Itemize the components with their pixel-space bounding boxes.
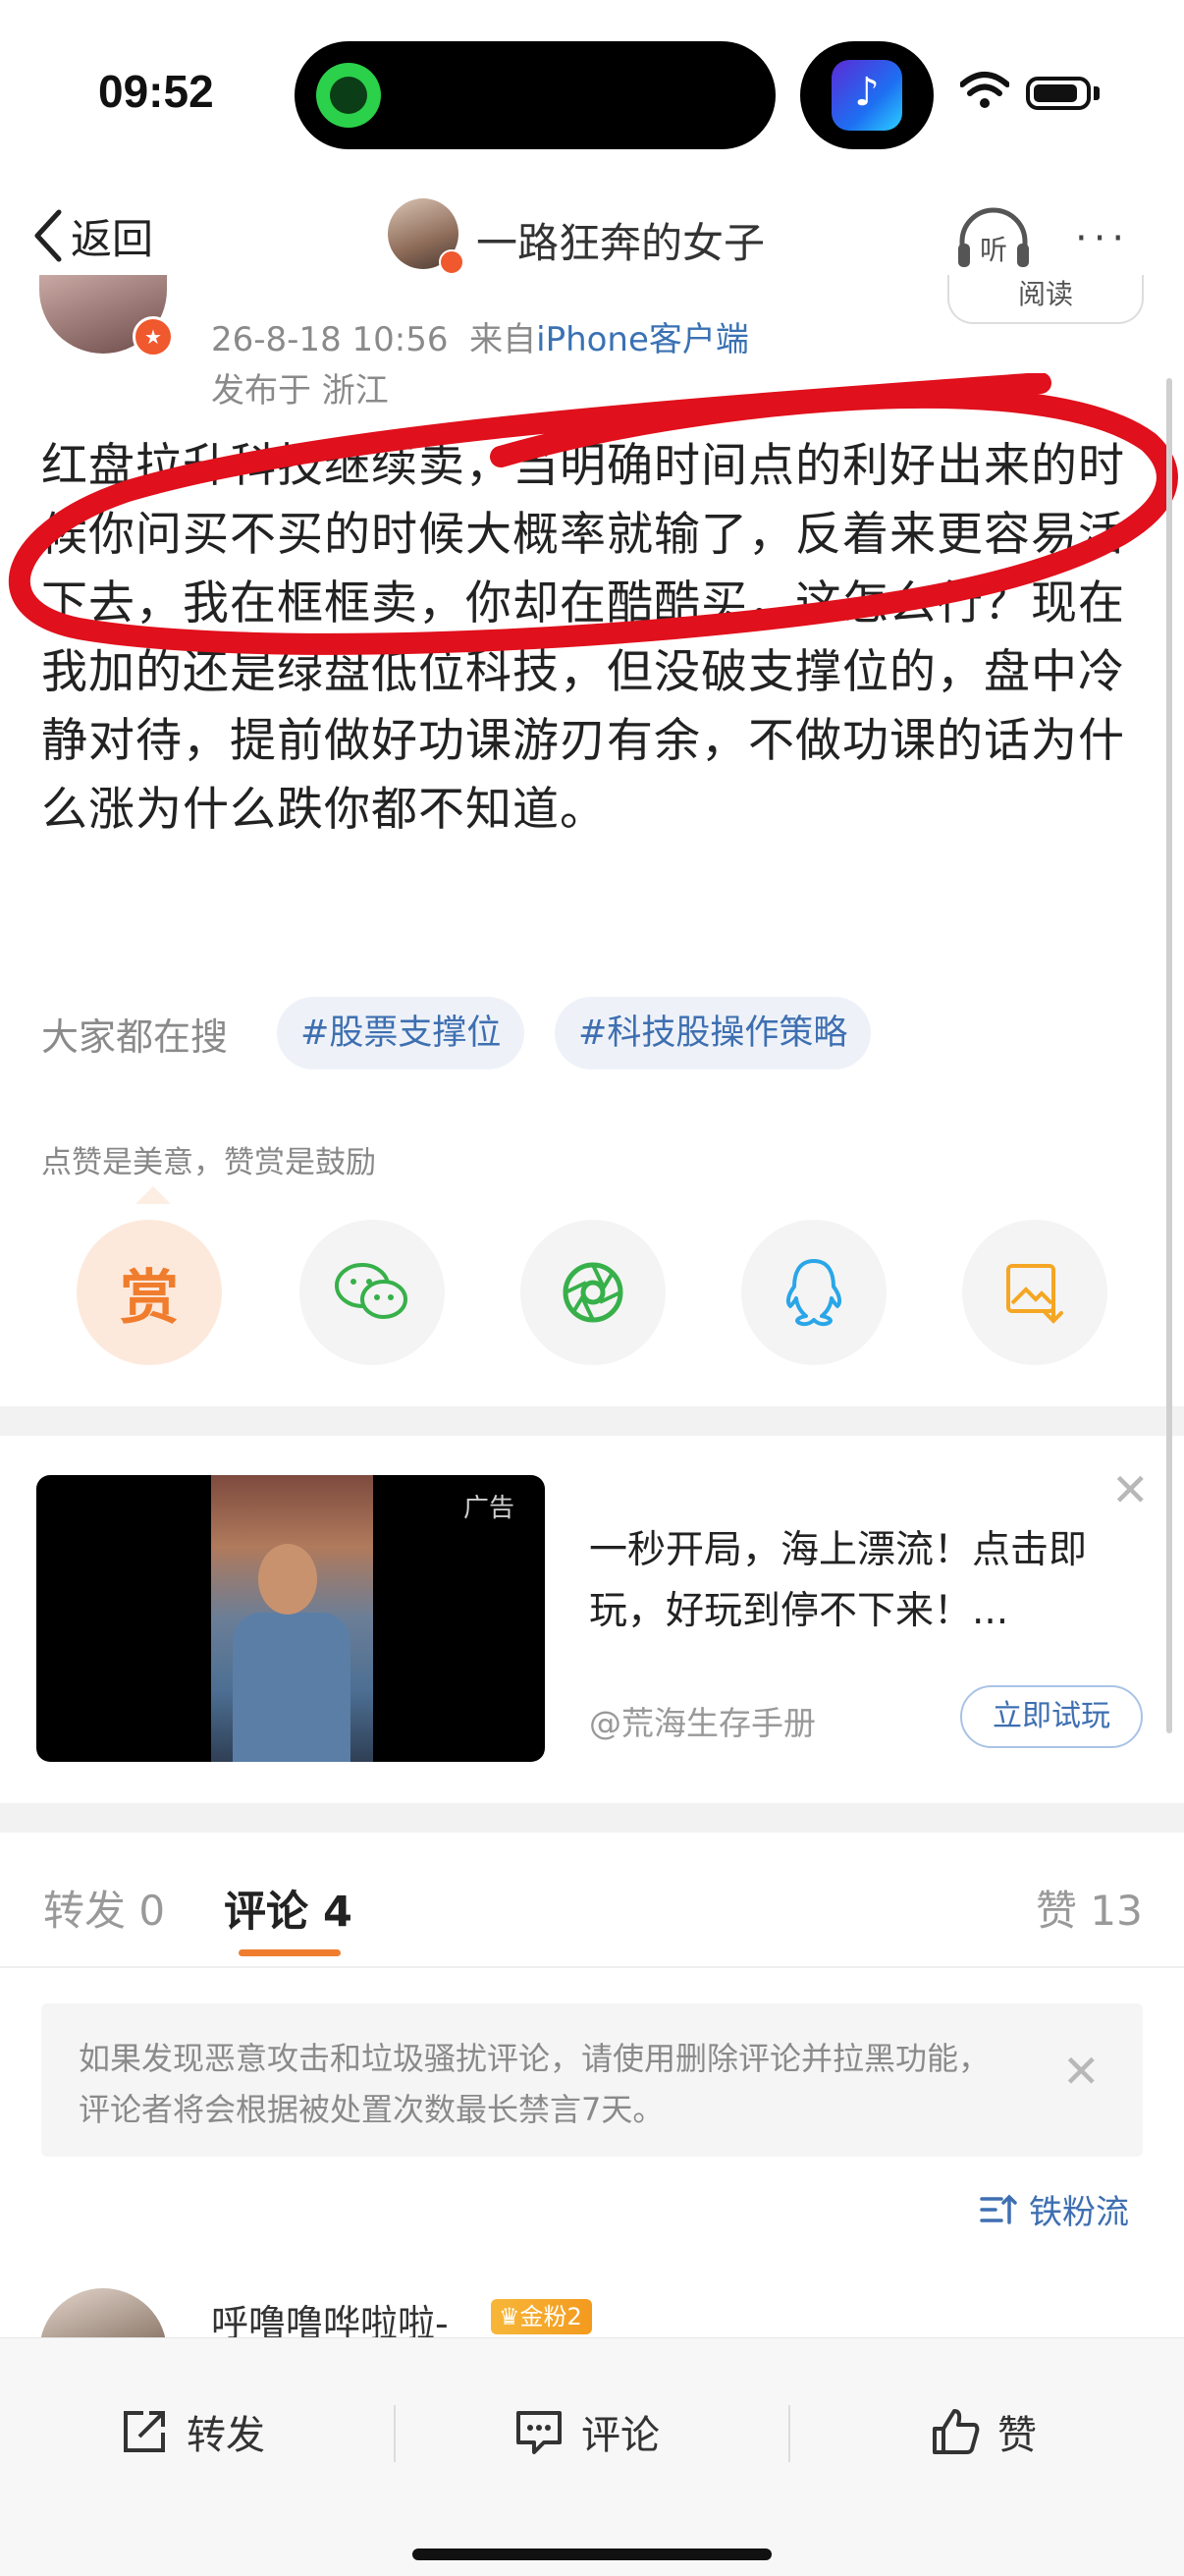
listen-label: 听: [980, 234, 1007, 266]
ad-source[interactable]: @荒海生存手册: [589, 1697, 816, 1744]
reward-button[interactable]: 赏: [77, 1220, 222, 1365]
like-button[interactable]: 赞: [931, 2397, 1037, 2466]
close-icon[interactable]: ✕: [1062, 2045, 1101, 2098]
post-source[interactable]: iPhone客户端: [536, 320, 749, 359]
like-label: 赞: [997, 2413, 1037, 2458]
post-meta: 26-8-18 10:56 来自iPhone客户端: [211, 312, 749, 360]
comment-button[interactable]: 评论: [514, 2397, 660, 2466]
wechat-icon: [335, 1263, 407, 1319]
verified-badge-icon: [439, 249, 464, 275]
ad-title[interactable]: 一秒开局，海上漂流！点击即玩，好玩到停不下来！...: [589, 1520, 1139, 1642]
author-avatar[interactable]: [388, 198, 464, 275]
music-app-icon: ♪: [832, 60, 902, 131]
trending-search-label: 大家都在搜: [41, 1015, 229, 1059]
wifi-icon: [960, 72, 1009, 108]
ad-photo: [211, 1475, 373, 1762]
home-indicator[interactable]: [412, 2549, 772, 2560]
tab-repost[interactable]: 转发 0: [43, 1878, 165, 1938]
dynamic-island: [295, 41, 776, 149]
save-image-button[interactable]: [962, 1220, 1107, 1365]
listen-headphones-icon[interactable]: 听: [954, 204, 1033, 271]
post-from: 来自: [469, 320, 537, 359]
scrollbar[interactable]: [1166, 378, 1172, 1733]
chevron-left-icon: [34, 209, 62, 262]
close-icon[interactable]: ✕: [1111, 1463, 1150, 1516]
section-divider: [0, 1803, 1184, 1833]
crown-icon: ♛: [499, 2303, 520, 2330]
reward-label: 赏: [120, 1263, 179, 1333]
moments-icon: [563, 1262, 623, 1323]
read-count-chip[interactable]: 阅读: [947, 275, 1144, 324]
verified-badge-icon: ★: [133, 316, 174, 357]
back-button[interactable]: 返回: [31, 204, 153, 267]
sort-icon: [980, 2194, 1017, 2224]
share-moments-button[interactable]: [520, 1220, 666, 1365]
comment-icon: [516, 2411, 562, 2454]
share-qq-button[interactable]: [741, 1220, 887, 1365]
post-time: 26-8-18 10:56: [211, 320, 449, 359]
call-indicator-icon: [316, 63, 381, 128]
bottom-action-bar: 转发 评论 赞: [0, 2337, 1184, 2576]
red-annotation-circle: [8, 373, 1178, 655]
music-activity: ♪: [800, 41, 934, 149]
author-name[interactable]: 一路狂奔的女子: [476, 210, 765, 270]
ad-label: 广告: [463, 1494, 515, 1523]
tab-like[interactable]: 赞 13: [1036, 1878, 1143, 1938]
battery-icon: [1026, 77, 1091, 110]
topic-tag[interactable]: #股票支撑位: [277, 997, 525, 1069]
more-options-icon[interactable]: ···: [1075, 216, 1130, 261]
sort-button[interactable]: 铁粉流: [980, 2185, 1129, 2233]
thumbs-up-icon: [933, 2409, 980, 2454]
share-wechat-button[interactable]: [299, 1220, 445, 1365]
save-image-icon: [1006, 1264, 1063, 1324]
notice-text: 如果发现恶意攻击和垃圾骚扰评论，请使用删除评论并拉黑功能，评论者将会根据被处置次…: [79, 2040, 991, 2128]
sort-label: 铁粉流: [1029, 2193, 1129, 2232]
repost-button[interactable]: 转发: [120, 2397, 265, 2466]
back-label: 返回: [71, 214, 154, 263]
repost-icon: [124, 2411, 165, 2452]
comment-notice: 如果发现恶意攻击和垃圾骚扰评论，请使用删除评论并拉黑功能，评论者将会根据被处置次…: [41, 2003, 1143, 2157]
repost-label: 转发: [187, 2413, 265, 2458]
comment-label: 评论: [581, 2413, 660, 2458]
tab-comment[interactable]: 评论 4: [224, 1878, 352, 1939]
ad-try-button[interactable]: 立即试玩: [960, 1685, 1143, 1748]
section-divider: [0, 1406, 1184, 1436]
fan-level-badge: ♛金粉2: [491, 2299, 592, 2334]
topic-tag[interactable]: #科技股操作策略: [555, 997, 872, 1069]
status-time: 09:52: [98, 66, 214, 117]
active-tab-indicator: [239, 1949, 341, 1956]
reward-hint: 点赞是美意，赞赏是鼓励: [41, 1145, 376, 1180]
qq-icon: [785, 1259, 842, 1327]
